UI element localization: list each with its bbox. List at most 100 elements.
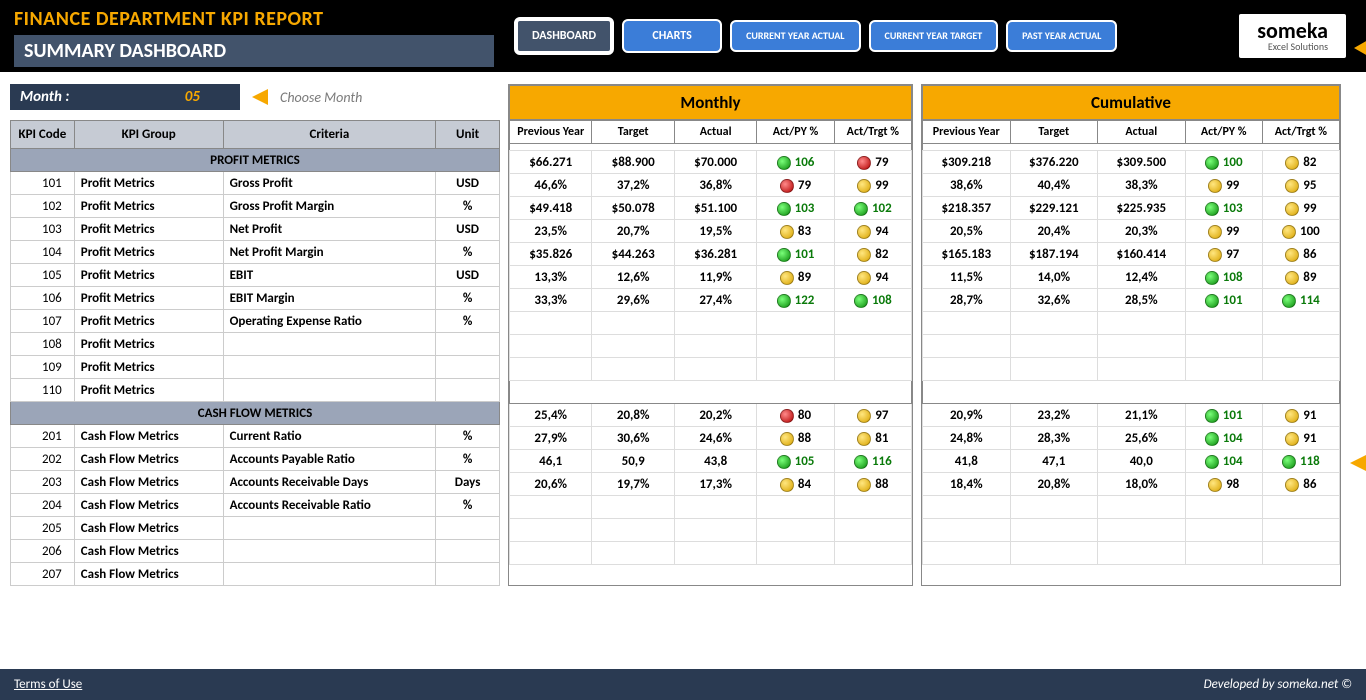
- header-titles: FINANCE DEPARTMENT KPI REPORT SUMMARY DA…: [10, 5, 494, 67]
- status-dot-icon: [1282, 225, 1296, 239]
- col-actual: Actual: [1098, 121, 1186, 144]
- table-row: 11,5%14,0%12,4%10889: [923, 266, 1340, 289]
- pct-cell: 86: [1262, 243, 1339, 266]
- status-dot-icon: [1285, 478, 1299, 492]
- section-header: CASH FLOW METRICS: [11, 402, 500, 425]
- status-dot-icon: [857, 432, 871, 446]
- nav-buttons: DASHBOARD CHARTS CURRENT YEAR ACTUAL CUR…: [514, 17, 1117, 55]
- status-dot-icon: [857, 225, 871, 239]
- status-dot-icon: [857, 478, 871, 492]
- status-dot-icon: [857, 271, 871, 285]
- table-row: [510, 335, 912, 358]
- status-dot-icon: [857, 179, 871, 193]
- status-dot-icon: [1282, 455, 1296, 469]
- pct-cell: 105: [757, 450, 834, 473]
- monthly-panel: Monthly Previous Year Target Actual Act/…: [508, 84, 913, 586]
- status-dot-icon: [780, 432, 794, 446]
- pct-cell: 97: [1185, 243, 1262, 266]
- status-dot-icon: [857, 248, 871, 262]
- spacer: [510, 144, 912, 151]
- table-row: 18,4%20,8%18,0%9886: [923, 473, 1340, 496]
- status-dot-icon: [857, 409, 871, 423]
- col-actual: Actual: [674, 121, 756, 144]
- pct-cell: 104: [1185, 427, 1262, 450]
- table-row: 33,3%29,6%27,4%122108: [510, 289, 912, 312]
- table-row: 41,847,140,0104118: [923, 450, 1340, 473]
- status-dot-icon: [1205, 202, 1219, 216]
- pct-cell: 103: [1185, 197, 1262, 220]
- pct-cell: 79: [757, 174, 834, 197]
- status-dot-icon: [1208, 478, 1222, 492]
- month-selector[interactable]: Month : 05: [10, 84, 240, 110]
- kpi-row: 204Cash Flow MetricsAccounts Receivable …: [11, 494, 500, 517]
- kpi-row: 101Profit MetricsGross ProfitUSD: [11, 172, 500, 195]
- nav-cy-target-button[interactable]: CURRENT YEAR TARGET: [869, 20, 999, 52]
- table-row: $35.826$44.263$36.28110182: [510, 243, 912, 266]
- pct-cell: 103: [757, 197, 834, 220]
- status-dot-icon: [857, 156, 871, 170]
- spacer: [923, 381, 1340, 404]
- table-row: 46,6%37,2%36,8%7999: [510, 174, 912, 197]
- status-dot-icon: [777, 294, 791, 308]
- kpi-row: 108Profit Metrics: [11, 333, 500, 356]
- table-row: [510, 519, 912, 542]
- status-dot-icon: [1205, 432, 1219, 446]
- col-act-trgt: Act/Trgt %: [834, 121, 911, 144]
- cumulative-table: Previous Year Target Actual Act/PY % Act…: [922, 120, 1340, 565]
- nav-charts-button[interactable]: CHARTS: [622, 19, 722, 53]
- monthly-title: Monthly: [509, 85, 912, 120]
- terms-link[interactable]: Terms of Use: [14, 677, 82, 692]
- pct-cell: 122: [757, 289, 834, 312]
- arrow-left-icon: [1354, 40, 1366, 56]
- table-row: [510, 312, 912, 335]
- table-row: 20,6%19,7%17,3%8488: [510, 473, 912, 496]
- status-dot-icon: [1205, 271, 1219, 285]
- status-dot-icon: [1205, 455, 1219, 469]
- status-dot-icon: [1208, 225, 1222, 239]
- pct-cell: 102: [834, 197, 911, 220]
- pct-cell: 95: [1262, 174, 1339, 197]
- report-title: FINANCE DEPARTMENT KPI REPORT: [14, 5, 494, 33]
- pct-cell: 99: [1185, 220, 1262, 243]
- status-dot-icon: [1282, 294, 1296, 308]
- status-dot-icon: [780, 409, 794, 423]
- kpi-row: 103Profit MetricsNet ProfitUSD: [11, 218, 500, 241]
- nav-py-actual-button[interactable]: PAST YEAR ACTUAL: [1006, 20, 1117, 52]
- kpi-row: 102Profit MetricsGross Profit Margin%: [11, 195, 500, 218]
- header: FINANCE DEPARTMENT KPI REPORT SUMMARY DA…: [0, 0, 1366, 72]
- pct-cell: 100: [1185, 151, 1262, 174]
- pct-cell: 97: [834, 404, 911, 427]
- col-act-py: Act/PY %: [757, 121, 834, 144]
- kpi-row: 207Cash Flow Metrics: [11, 563, 500, 586]
- col-act-trgt: Act/Trgt %: [1262, 121, 1339, 144]
- pct-cell: 114: [1262, 289, 1339, 312]
- status-dot-icon: [1205, 294, 1219, 308]
- table-row: 25,4%20,8%20,2%8097: [510, 404, 912, 427]
- status-dot-icon: [1205, 409, 1219, 423]
- status-dot-icon: [1285, 409, 1299, 423]
- table-row: [923, 358, 1340, 381]
- pct-cell: 82: [834, 243, 911, 266]
- pct-cell: 118: [1262, 450, 1339, 473]
- pct-cell: 94: [834, 220, 911, 243]
- nav-dashboard-button[interactable]: DASHBOARD: [514, 17, 614, 55]
- kpi-list-panel: Month : 05 Choose Month KPI Code KPI Gro…: [10, 84, 500, 586]
- nav-cy-actual-button[interactable]: CURRENT YEAR ACTUAL: [730, 20, 860, 52]
- status-dot-icon: [1285, 179, 1299, 193]
- pct-cell: 88: [757, 427, 834, 450]
- kpi-row: 203Cash Flow MetricsAccounts Receivable …: [11, 471, 500, 494]
- pct-cell: 99: [1262, 197, 1339, 220]
- pct-cell: 101: [757, 243, 834, 266]
- spacer: [510, 381, 912, 404]
- status-dot-icon: [780, 225, 794, 239]
- table-row: [923, 312, 1340, 335]
- developed-by: Developed by someka.net ©: [1204, 677, 1352, 692]
- kpi-row: 202Cash Flow MetricsAccounts Payable Rat…: [11, 448, 500, 471]
- kpi-row: 106Profit MetricsEBIT Margin%: [11, 287, 500, 310]
- table-row: 46,150,943,8105116: [510, 450, 912, 473]
- pct-cell: 84: [757, 473, 834, 496]
- table-row: [923, 519, 1340, 542]
- col-prev-year: Previous Year: [510, 121, 592, 144]
- kpi-row: 110Profit Metrics: [11, 379, 500, 402]
- spacer: [923, 144, 1340, 151]
